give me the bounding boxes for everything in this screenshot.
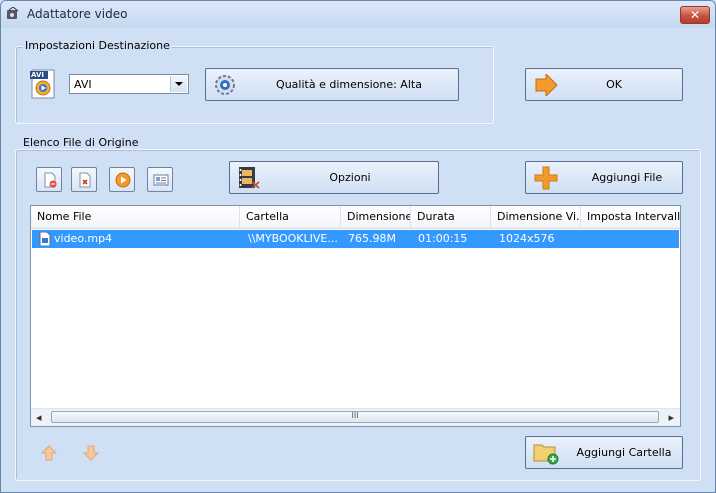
cell-folder: \\MYBOOKLIVE... (248, 232, 338, 245)
column-header-folder[interactable]: Cartella (240, 206, 341, 228)
source-file-list[interactable]: Nome File Cartella Dimensione Durata Dim… (30, 205, 681, 427)
move-up-button[interactable] (39, 444, 59, 462)
move-down-button[interactable] (81, 444, 101, 462)
video-file-icon (39, 232, 51, 246)
chevron-down-icon[interactable] (170, 76, 187, 92)
scroll-right-icon[interactable]: ▸ (668, 409, 674, 426)
plus-icon (534, 166, 558, 190)
quality-size-label: Qualità e dimensione: Alta (276, 78, 422, 91)
down-arrow-icon (82, 445, 100, 461)
horizontal-scrollbar[interactable]: ◂ III ▸ (31, 408, 680, 426)
play-icon (115, 172, 131, 188)
add-folder-button[interactable]: Aggiungi Cartella (525, 436, 683, 469)
ok-label: OK (606, 78, 622, 91)
table-row[interactable]: video.mp4 \\MYBOOKLIVE... 765.98M 01:00:… (32, 230, 679, 248)
column-header-size[interactable]: Dimensione (341, 206, 411, 228)
ok-button[interactable]: OK (525, 68, 683, 101)
app-icon (7, 7, 19, 19)
quality-gear-icon (215, 75, 235, 95)
options-button[interactable]: Opzioni (229, 161, 439, 194)
cell-size: 765.98M (348, 232, 396, 245)
remove-file-icon (44, 172, 57, 188)
cell-interval (588, 230, 678, 248)
film-clip-icon (239, 167, 260, 189)
column-header-duration[interactable]: Durata (411, 206, 491, 228)
source-group-label: Elenco File di Origine (21, 136, 141, 149)
options-label: Opzioni (329, 171, 371, 184)
main-window: Adattatore video ✕ Impostazioni Destinaz… (0, 0, 716, 493)
add-folder-label: Aggiungi Cartella (576, 446, 672, 459)
scroll-thumb[interactable]: III (51, 411, 659, 423)
list-header: Nome File Cartella Dimensione Durata Dim… (31, 206, 680, 229)
play-button[interactable] (109, 167, 135, 192)
scroll-thumb-grip: III (351, 411, 359, 420)
delete-icon (79, 172, 91, 188)
folder-add-icon (533, 444, 559, 465)
scroll-left-icon[interactable]: ◂ (36, 409, 42, 426)
info-button[interactable] (147, 167, 173, 192)
add-file-label: Aggiungi File (591, 171, 663, 184)
column-header-file-name[interactable]: Nome File (31, 206, 240, 228)
up-arrow-icon (40, 445, 58, 461)
close-button[interactable]: ✕ (680, 6, 710, 24)
window-title: Adattatore video (27, 7, 128, 21)
ok-arrow-icon (535, 74, 558, 96)
info-card-icon (153, 174, 169, 186)
format-select-value: AVI (74, 78, 92, 91)
cell-duration: 01:00:15 (418, 232, 468, 245)
column-header-resolution[interactable]: Dimensione Vi... (491, 206, 581, 228)
quality-size-button[interactable]: Qualità e dimensione: Alta (205, 68, 459, 101)
avi-file-icon: AVI (29, 69, 57, 99)
column-header-interval[interactable]: Imposta Intervallo (581, 206, 680, 228)
avi-badge: AVI (31, 71, 44, 79)
destination-group-label: Impostazioni Destinazione (23, 39, 172, 52)
title-bar: Adattatore video ✕ (1, 1, 715, 28)
delete-button[interactable] (71, 167, 97, 192)
format-select[interactable]: AVI (69, 74, 189, 94)
cell-resolution: 1024x576 (499, 232, 555, 245)
add-file-button[interactable]: Aggiungi File (525, 161, 683, 194)
remove-file-button[interactable] (36, 167, 62, 192)
cell-file-name: video.mp4 (54, 232, 113, 245)
